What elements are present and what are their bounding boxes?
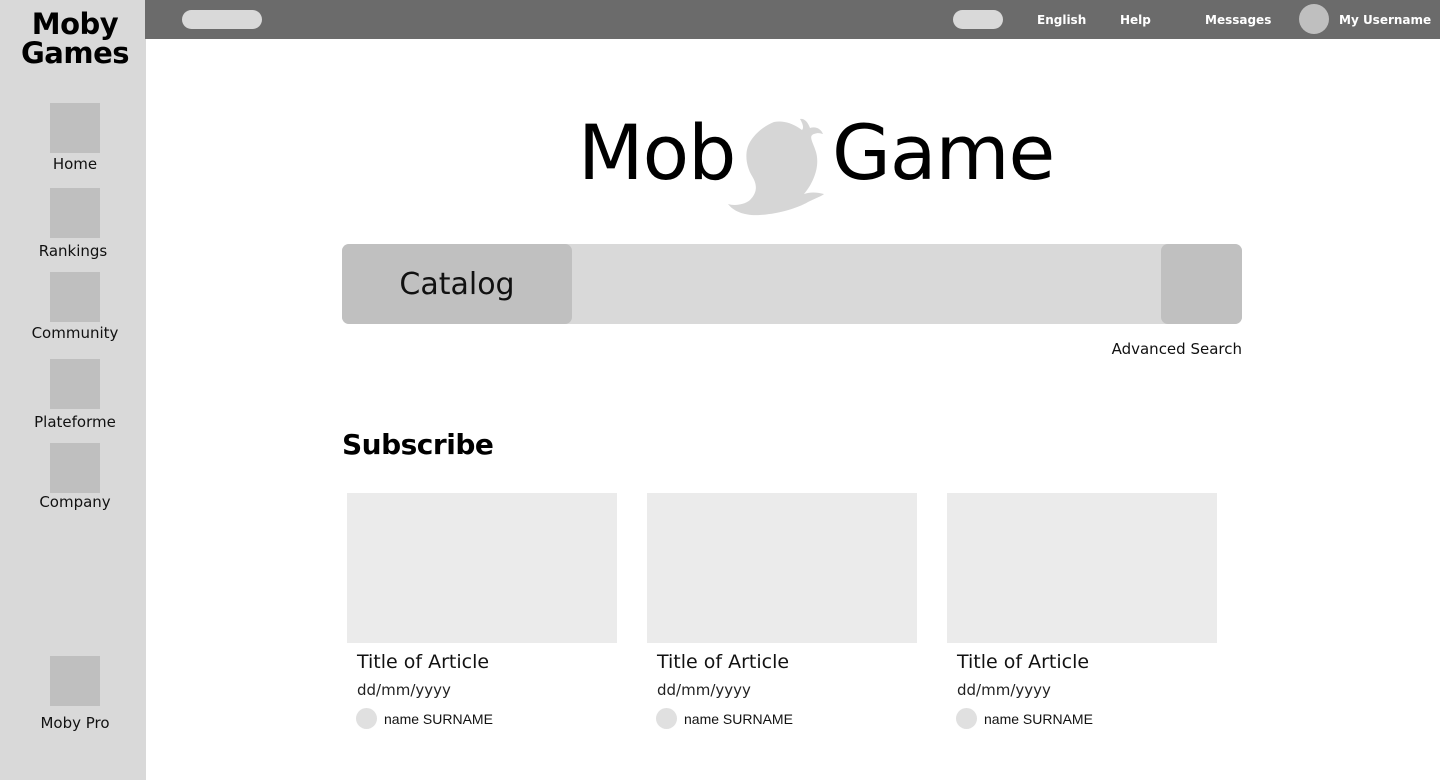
messages-link[interactable]: Messages bbox=[1205, 13, 1271, 27]
article-author: name SURNAME bbox=[384, 711, 493, 727]
article-thumbnail bbox=[947, 493, 1217, 643]
article-author: name SURNAME bbox=[984, 711, 1093, 727]
sidebar-item-rankings[interactable]: Rankings bbox=[0, 188, 150, 260]
search-bar: Catalog bbox=[342, 244, 1242, 324]
top-bar: English Help Messages My Username bbox=[145, 0, 1440, 39]
sidebar-item-label: Community bbox=[31, 324, 119, 342]
sidebar-item-label: Moby Pro bbox=[40, 714, 110, 732]
sidebar: Moby Games Home Rankings Community Plate… bbox=[0, 0, 146, 780]
section-title: Subscribe bbox=[342, 428, 494, 461]
sidebar-item-label: Home bbox=[52, 155, 98, 173]
search-input[interactable] bbox=[574, 244, 1160, 324]
user-avatar[interactable] bbox=[1299, 4, 1329, 34]
top-left-pill-button[interactable] bbox=[182, 10, 262, 29]
article-date: dd/mm/yyyy bbox=[957, 681, 1051, 699]
author-avatar bbox=[956, 708, 977, 729]
toggle-switch[interactable] bbox=[953, 10, 1003, 29]
rankings-icon bbox=[50, 188, 100, 238]
brand-line-1: Moby bbox=[31, 7, 119, 41]
article-card[interactable]: Title of Article dd/mm/yyyy name SURNAME bbox=[347, 493, 617, 733]
company-icon bbox=[50, 443, 100, 493]
article-title: Title of Article bbox=[357, 651, 490, 673]
article-author: name SURNAME bbox=[684, 711, 793, 727]
language-link[interactable]: English bbox=[1037, 13, 1086, 27]
sidebar-item-label: Rankings bbox=[38, 242, 108, 260]
sidebar-item-label: Plateforme bbox=[34, 413, 116, 431]
article-date: dd/mm/yyyy bbox=[657, 681, 751, 699]
article-card[interactable]: Title of Article dd/mm/yyyy name SURNAME bbox=[647, 493, 917, 733]
article-date: dd/mm/yyyy bbox=[357, 681, 451, 699]
whale-logo-icon bbox=[728, 118, 824, 216]
article-title: Title of Article bbox=[657, 651, 790, 673]
brand-line-2: Games bbox=[20, 36, 130, 70]
sidebar-item-company[interactable]: Company bbox=[0, 443, 150, 511]
community-icon bbox=[50, 272, 100, 322]
logo-text-right: Game bbox=[832, 108, 1055, 197]
sidebar-item-plateforme[interactable]: Plateforme bbox=[0, 359, 150, 431]
help-link[interactable]: Help bbox=[1120, 13, 1151, 27]
author-avatar bbox=[656, 708, 677, 729]
article-card[interactable]: Title of Article dd/mm/yyyy name SURNAME bbox=[947, 493, 1217, 733]
article-thumbnail bbox=[347, 493, 617, 643]
catalog-dropdown[interactable]: Catalog bbox=[342, 244, 572, 324]
article-title: Title of Article bbox=[957, 651, 1090, 673]
moby-pro-icon bbox=[50, 656, 100, 706]
search-button[interactable] bbox=[1161, 244, 1242, 324]
sidebar-item-moby-pro[interactable]: Moby Pro bbox=[0, 656, 150, 732]
brand-logo[interactable]: Moby Games bbox=[0, 10, 150, 68]
article-thumbnail bbox=[647, 493, 917, 643]
logo-text-left: Mob bbox=[578, 108, 736, 197]
advanced-search-link[interactable]: Advanced Search bbox=[1000, 340, 1242, 358]
home-icon bbox=[50, 103, 100, 153]
username-link[interactable]: My Username bbox=[1339, 13, 1431, 27]
sidebar-item-community[interactable]: Community bbox=[0, 272, 150, 342]
sidebar-item-home[interactable]: Home bbox=[0, 103, 150, 173]
author-avatar bbox=[356, 708, 377, 729]
sidebar-item-label: Company bbox=[39, 493, 111, 511]
platform-icon bbox=[50, 359, 100, 409]
